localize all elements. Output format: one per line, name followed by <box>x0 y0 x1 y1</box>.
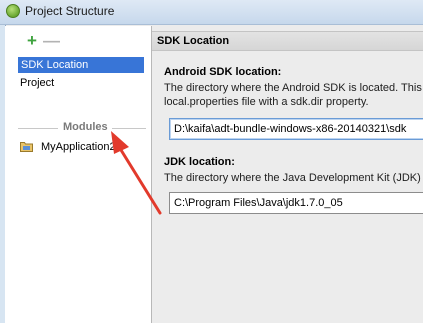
section-title: SDK Location <box>157 35 230 47</box>
sdk-location-panel: SDK Location Android SDK location: The d… <box>152 26 423 323</box>
android-sdk-description-line2: local.properties file with a sdk.dir pro… <box>164 96 369 108</box>
jdk-label: JDK location: <box>164 156 235 168</box>
project-structure-sidebar: + — SDK Location Project Modules MyAppli… <box>5 26 152 323</box>
remove-icon[interactable]: — <box>43 32 60 49</box>
jdk-path-input[interactable] <box>169 192 423 214</box>
jdk-description: The directory where the Java Development… <box>164 172 423 184</box>
modules-separator: Modules <box>18 121 146 135</box>
sidebar-item-project[interactable]: Project <box>20 75 54 91</box>
android-sdk-description-line1: The directory where the Android SDK is l… <box>164 82 422 94</box>
window-title: Project Structure <box>25 4 115 18</box>
folder-icon <box>20 142 33 152</box>
section-header: SDK Location <box>152 31 423 51</box>
android-sdk-path-input[interactable] <box>169 118 423 140</box>
sidebar-item-sdk-location[interactable]: SDK Location <box>18 57 144 73</box>
modules-header: Modules <box>63 121 108 133</box>
module-item-myapplication2[interactable]: MyApplication2 <box>41 139 116 155</box>
sidebar-item-label: Project <box>20 77 55 89</box>
android-studio-app-icon <box>6 4 20 18</box>
sidebar-item-label: SDK Location <box>21 59 89 71</box>
android-sdk-label: Android SDK location: <box>164 66 282 78</box>
add-icon[interactable]: + <box>24 32 40 49</box>
window-title-bar[interactable]: Project Structure <box>0 0 423 25</box>
